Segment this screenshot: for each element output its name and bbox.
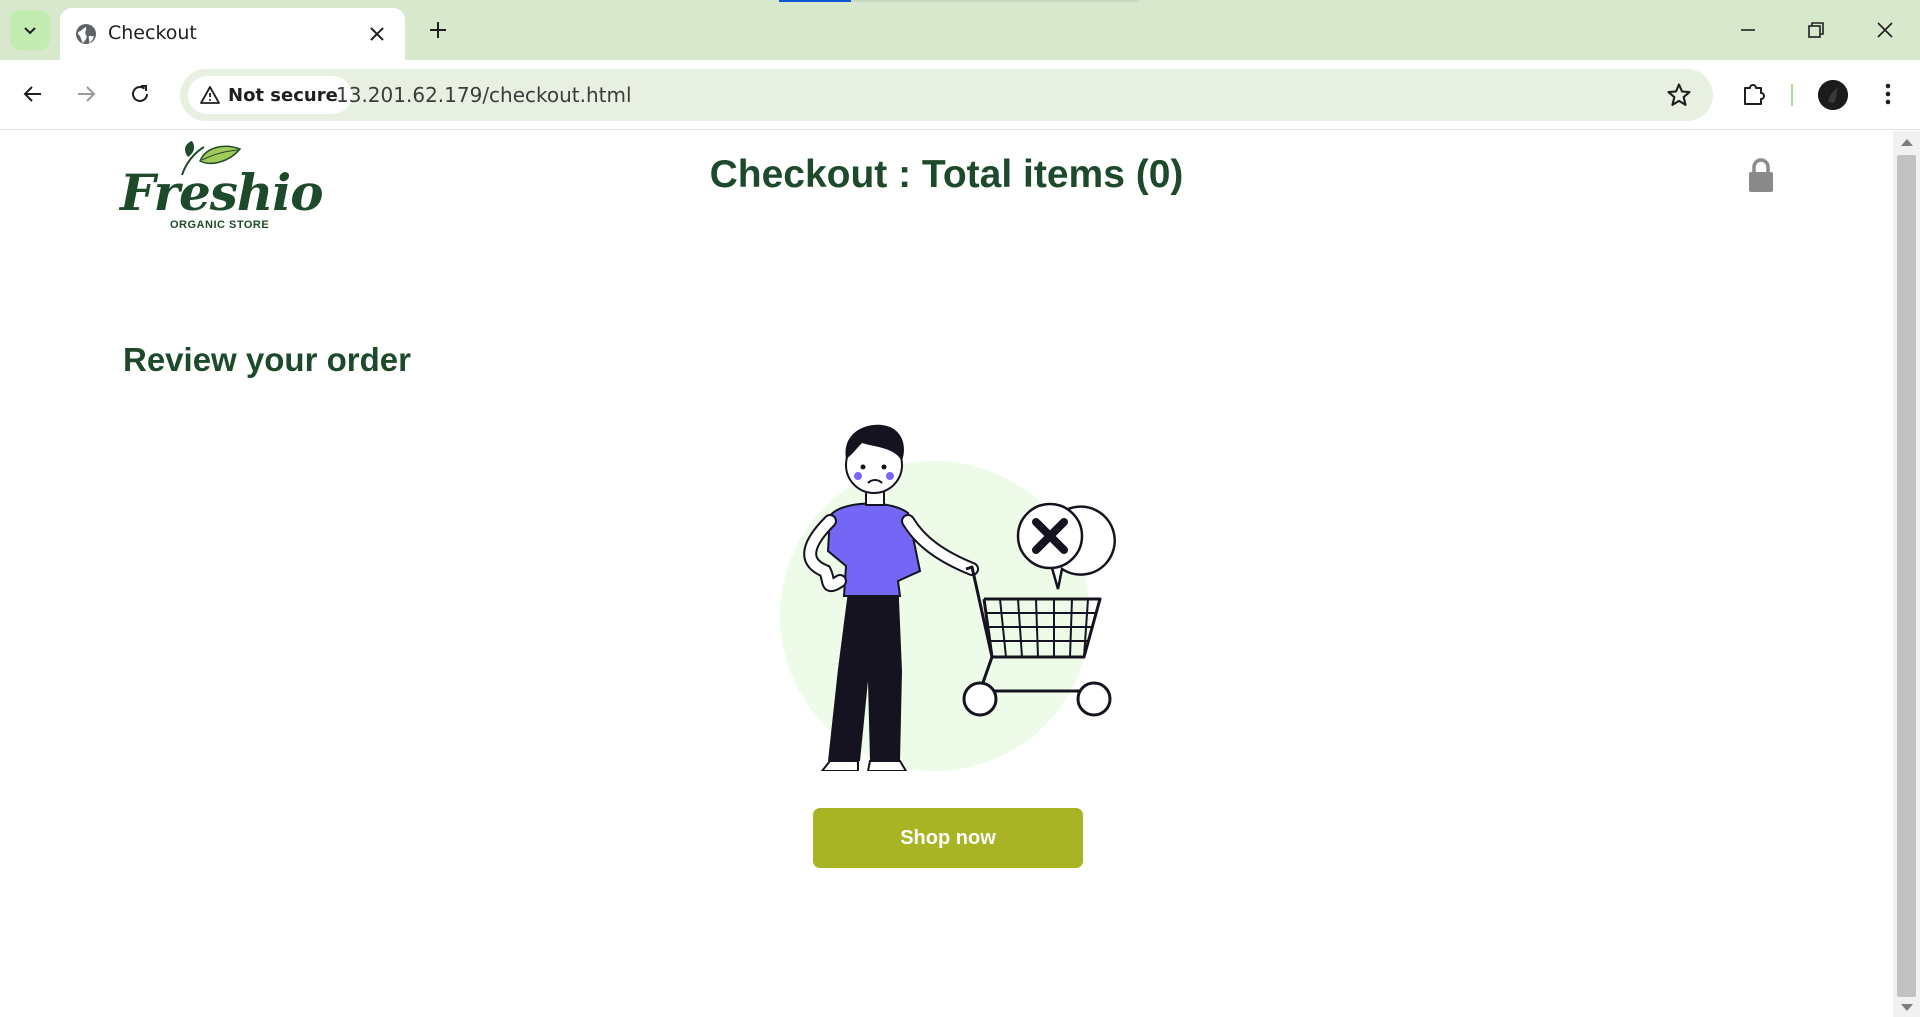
tab-title: Checkout (108, 22, 197, 44)
arrow-right-icon (78, 86, 96, 102)
address-bar[interactable]: Not secure 13.201.62.179/checkout.html (180, 69, 1713, 121)
empty-cart-illustration (780, 424, 1116, 771)
page-viewport: Freshio ORGANIC STORE Checkout : Total i… (0, 131, 1893, 1017)
star-icon[interactable] (1665, 81, 1693, 109)
scroll-up-arrow-icon[interactable] (1901, 139, 1913, 146)
minimize-button[interactable] (1726, 12, 1770, 48)
forward-button[interactable] (68, 76, 104, 112)
browser-tab-strip: Checkout (0, 0, 1920, 60)
tab-loading-indicator (779, 0, 851, 2)
security-indicator[interactable]: Not secure (188, 76, 352, 114)
logo-tagline: ORGANIC STORE (170, 219, 270, 231)
security-label: Not secure (228, 84, 338, 106)
toolbar-divider (1791, 84, 1793, 106)
browser-toolbar: Not secure 13.201.62.179/checkout.html (0, 60, 1920, 130)
page-title: Checkout : Total items (0) (709, 153, 1184, 196)
reload-button[interactable] (122, 76, 158, 112)
close-icon (1877, 22, 1893, 38)
tab-loading-track (851, 0, 1139, 2)
restore-icon (1808, 22, 1824, 38)
kebab-menu-icon[interactable] (1872, 78, 1904, 110)
profile-avatar[interactable] (1818, 80, 1848, 110)
close-icon[interactable] (365, 22, 389, 46)
url-text[interactable]: 13.201.62.179/checkout.html (336, 83, 632, 107)
scroll-down-arrow-icon[interactable] (1901, 1004, 1913, 1011)
page-scrollbar[interactable] (1893, 131, 1920, 1017)
avatar-image (1818, 80, 1848, 110)
minimize-icon (1741, 29, 1755, 31)
close-window-button[interactable] (1863, 12, 1907, 48)
reload-icon (132, 85, 148, 102)
browser-tab-active[interactable]: Checkout (60, 8, 405, 60)
globe-icon (76, 24, 96, 44)
restore-button[interactable] (1794, 12, 1838, 48)
lock-icon[interactable] (1748, 157, 1774, 193)
scroll-thumb[interactable] (1897, 155, 1916, 997)
review-order-heading: Review your order (123, 341, 411, 378)
plus-icon[interactable] (420, 16, 456, 44)
back-button[interactable] (15, 76, 51, 112)
arrow-left-icon (23, 86, 41, 102)
shop-now-button[interactable]: Shop now (813, 808, 1083, 868)
warning-icon (200, 86, 220, 104)
chevron-down-icon (24, 27, 36, 35)
tab-search-button[interactable] (10, 10, 50, 50)
puzzle-icon[interactable] (1738, 78, 1770, 110)
